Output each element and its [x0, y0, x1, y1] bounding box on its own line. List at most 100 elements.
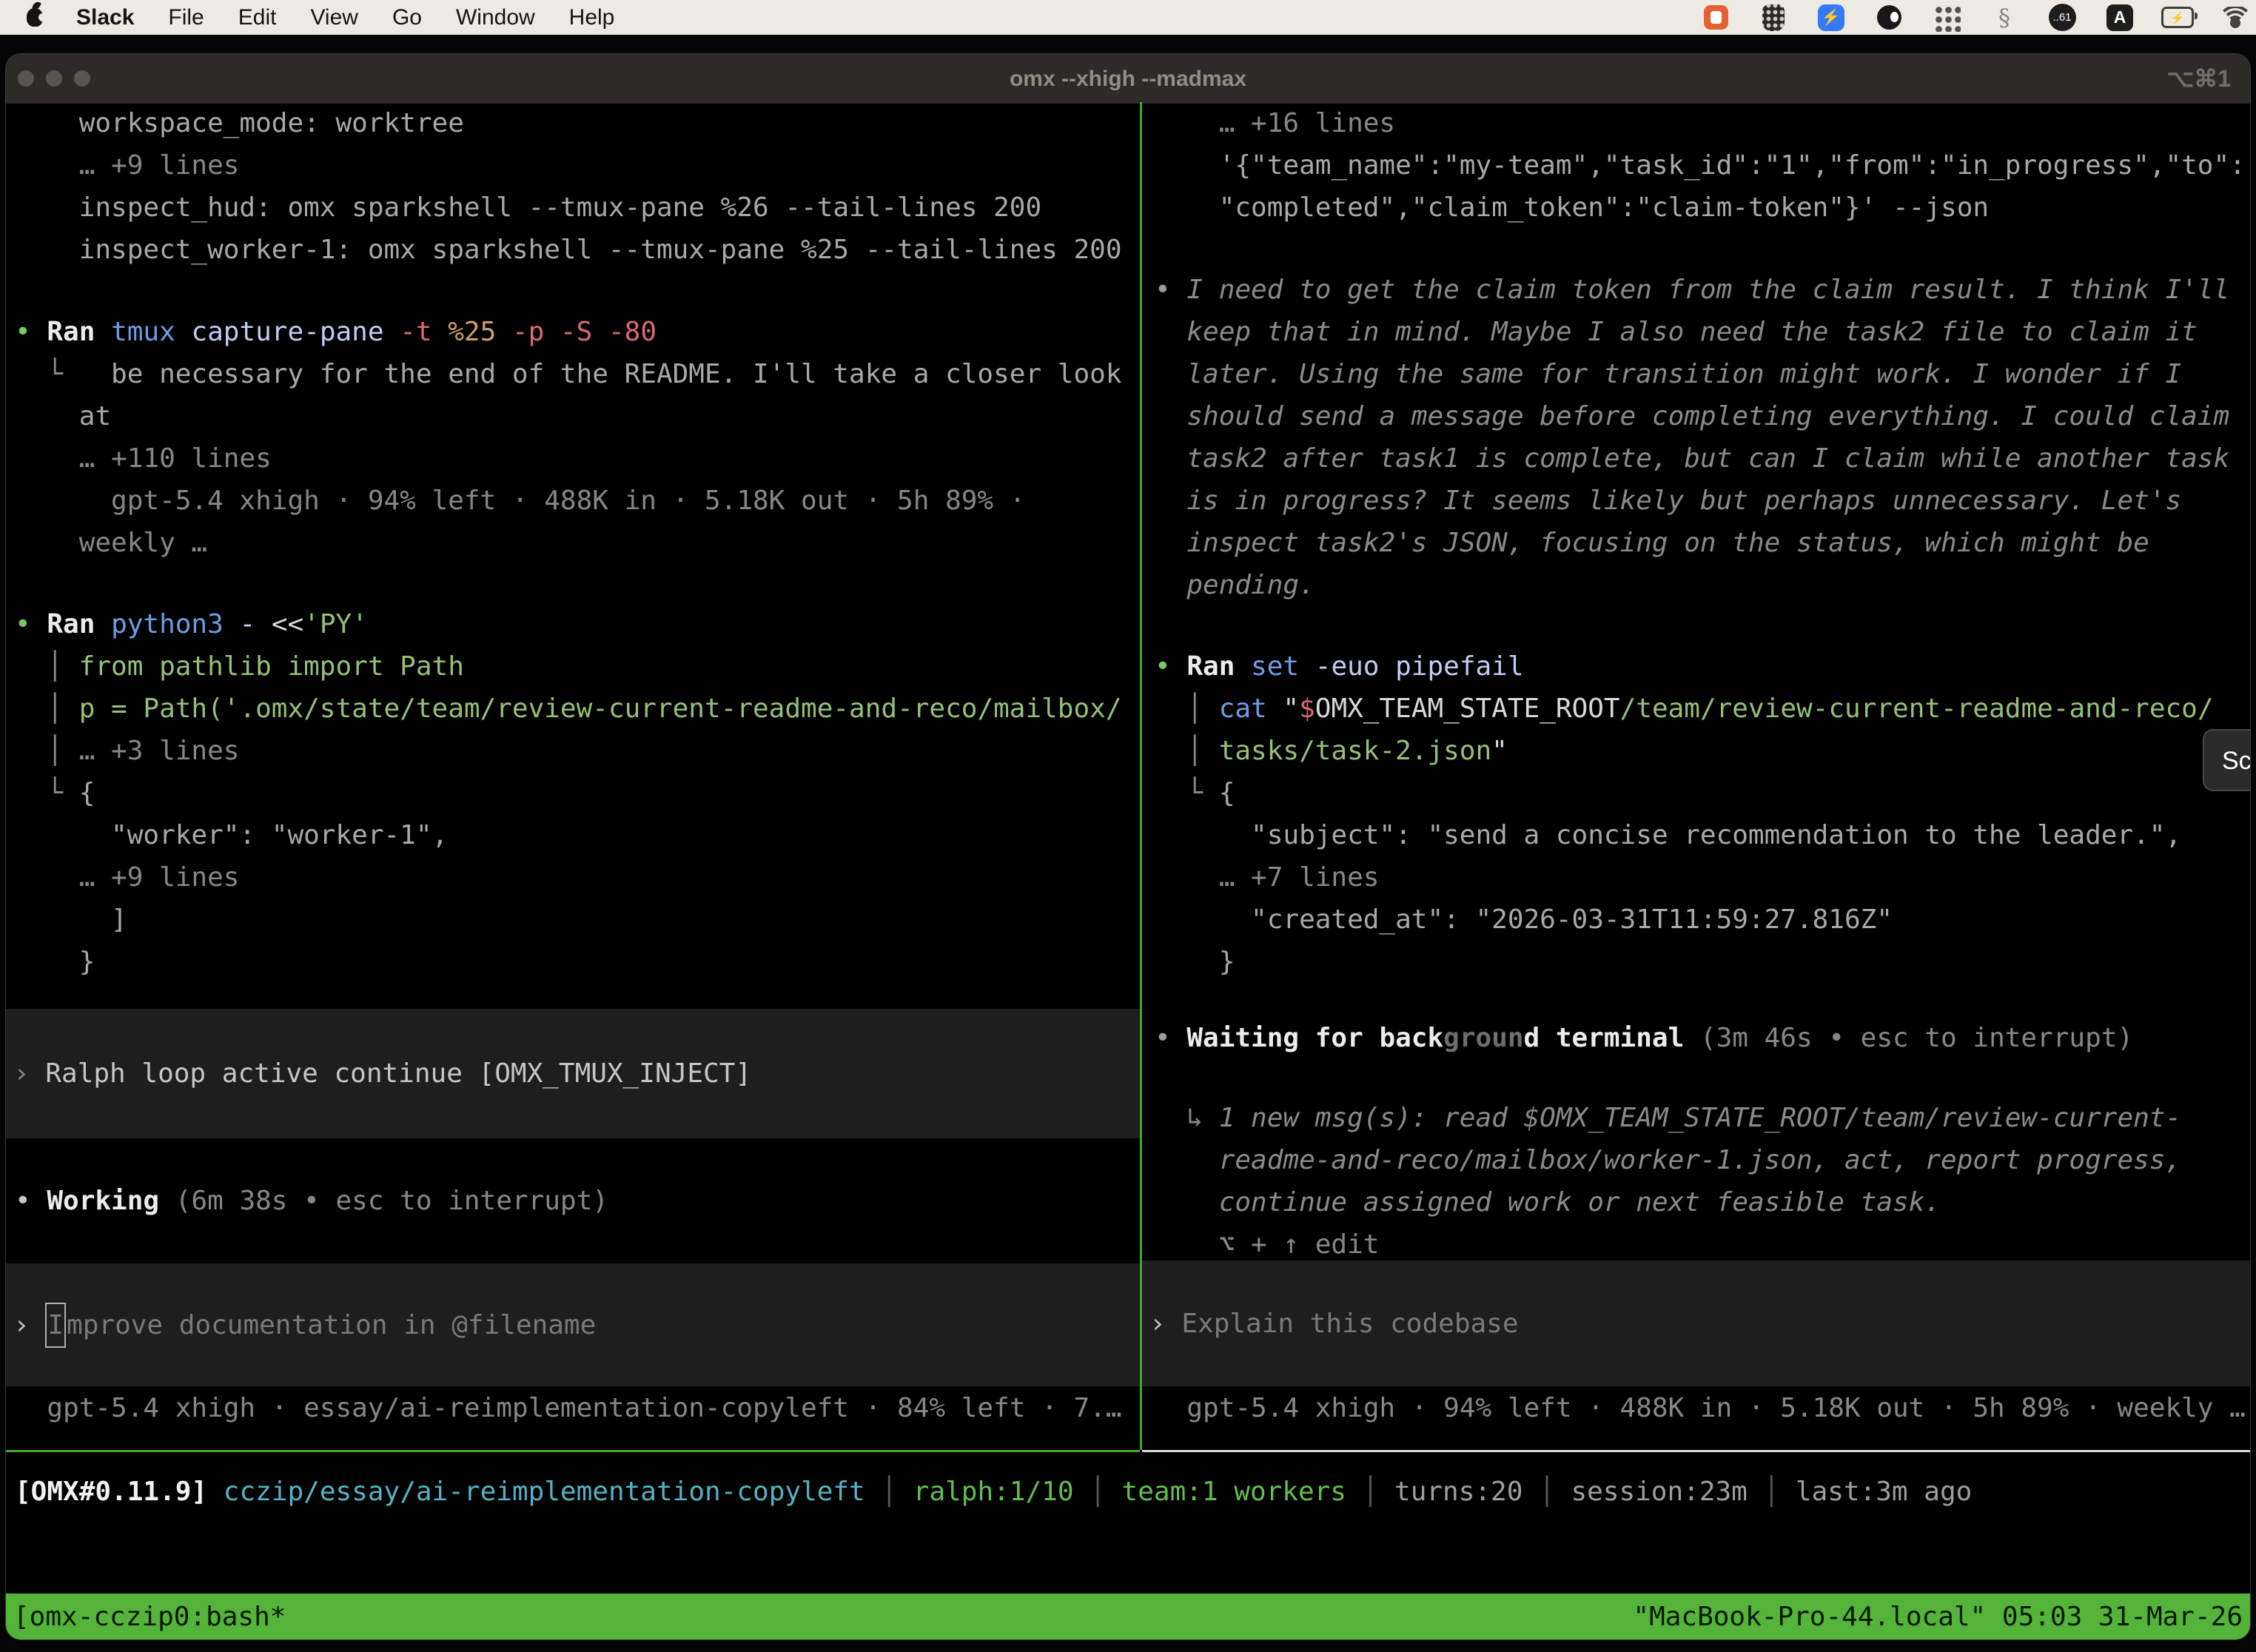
text-segment: ]: [15, 904, 127, 935]
text-segment: ⌥ + ↑ edit: [1155, 1229, 1379, 1260]
text-segment: tasks/task-2.json: [1219, 736, 1491, 766]
terminal-line: • Ran python3 - <<'PY': [15, 603, 1122, 645]
moon-icon[interactable]: [1873, 1, 1905, 34]
menu-item-window[interactable]: Window: [439, 5, 552, 30]
menu-item-file[interactable]: File: [151, 5, 221, 30]
window-shortcut-badge: ⌥⌘1: [2166, 54, 2231, 104]
terminal-line: … +9 lines: [15, 856, 1122, 899]
terminal-line: … +16 lines: [1155, 102, 2246, 144]
text-segment: ": [1491, 736, 1508, 766]
text-segment: keep that in mind. Maybe I also need the…: [1186, 317, 2197, 347]
text-segment: team:1 workers: [1122, 1477, 1346, 1507]
text-segment: at: [15, 401, 111, 432]
left-prompt-input[interactable]: › Improve documentation in @filename: [6, 1263, 1140, 1386]
terminal-line: task2 after task1 is complete, but can I…: [1155, 437, 2229, 480]
apple-menu-icon[interactable]: [27, 8, 43, 27]
prompt-placeholder: mprove documentation in @filename: [67, 1310, 596, 1340]
window-title-bar[interactable]: omx --xhigh --madmax ⌥⌘1: [6, 54, 2250, 104]
terminal-line: └ {: [15, 772, 1122, 814]
terminal-line: │ cat "$OMX_TEAM_STATE_ROOT/team/review-…: [1155, 688, 2214, 730]
text-segment: gpt-5.4 xhigh · essay/ai-reimplementatio…: [15, 1393, 1122, 1423]
terminal-line: workspace_mode: worktree: [15, 102, 1122, 144]
text-segment: I need to get the claim token from the c…: [1186, 275, 2229, 305]
text-segment: [1155, 401, 1186, 432]
right-prompt-content: › Explain this codebase: [1142, 1303, 1519, 1345]
left-prompt-content: › Improve documentation in @filename: [6, 1303, 596, 1348]
text-segment: [1155, 486, 1186, 516]
prompt-arrow: ›: [1149, 1309, 1181, 1339]
chat-app-icon[interactable]: [1699, 1, 1732, 34]
inject-banner-text: › Ralph loop active continue [OMX_TMUX_I…: [6, 1052, 751, 1095]
shield-bolt-icon[interactable]: ⚡: [1815, 1, 1847, 34]
text-segment: Ralph loop active continue [OMX_TMUX_INJ…: [45, 1058, 751, 1089]
tmux-session-label: [omx-cczip0:bash*: [13, 1602, 286, 1632]
terminal-line: continue assigned work or next feasible …: [1155, 1181, 2181, 1223]
text-segment: … +16 lines: [1155, 108, 1395, 138]
text-segment: OMX_TEAM_STATE_ROOT: [1315, 694, 1620, 724]
terminal-line: • Ran set -euo pipefail: [1155, 645, 2214, 688]
text-segment: Ran: [1186, 651, 1251, 682]
battery-icon[interactable]: ⚡: [2161, 1, 2194, 34]
text-segment: inspect_worker-1: omx sparkshell --tmux-…: [15, 235, 1122, 265]
menu-item-help[interactable]: Help: [552, 5, 632, 30]
squiggle-icon[interactable]: §: [1988, 1, 2021, 34]
badge-61-icon[interactable]: ..61: [2046, 1, 2078, 34]
right-prompt-input[interactable]: › Explain this codebase: [1142, 1260, 2250, 1386]
screen-tooltip: Scre: [2203, 729, 2250, 791]
left-pane-ran-python-block: • Ran python3 - <<'PY' │ from pathlib im…: [15, 603, 1122, 983]
left-pane-config-output: workspace_mode: worktree … +9 lines insp…: [15, 102, 1122, 271]
text-segment: "subject": "send a concise recommendatio…: [1155, 820, 2181, 850]
working-status-line: • Working (6m 38s • esc to interrupt): [15, 1180, 608, 1222]
text-segment: ›: [13, 1058, 45, 1089]
text-segment: [OMX#0.11.9]: [15, 1477, 207, 1507]
text-segment: •: [15, 1186, 47, 1216]
menu-item-edit[interactable]: Edit: [221, 5, 294, 30]
terminal-line: }: [1155, 941, 2214, 983]
input-source-icon[interactable]: A: [2104, 1, 2136, 34]
terminal-line: … +9 lines: [15, 144, 1122, 187]
text-segment: │: [1346, 1477, 1394, 1507]
text-segment: │: [15, 736, 79, 766]
right-pane-thinking-block: • I need to get the claim token from the…: [1155, 269, 2229, 606]
terminal-line: "subject": "send a concise recommendatio…: [1155, 814, 2214, 856]
terminal-line: should send a message before completing …: [1155, 395, 2229, 437]
dots-grid-icon[interactable]: [1930, 1, 1963, 34]
text-segment: ": [1283, 694, 1299, 724]
terminal-line: "completed","claim_token":"claim-token"}…: [1155, 187, 2246, 229]
text-segment: … +9 lines: [15, 150, 239, 181]
text-segment: "created_at": "2026-03-31T11:59:27.816Z": [1155, 904, 1893, 935]
text-segment: [1155, 1187, 1219, 1218]
right-pane-json-output: … +16 lines '{"team_name":"my-team","tas…: [1155, 102, 2246, 229]
menu-app-name[interactable]: Slack: [59, 5, 151, 30]
terminal-line: at: [15, 395, 1122, 437]
text-segment: workspace_mode: worktree: [15, 108, 464, 138]
terminal-line: … +7 lines: [1155, 856, 2214, 899]
terminal-line: └ {: [1155, 772, 2214, 814]
terminal-line: │ … +3 lines: [15, 730, 1122, 772]
text-segment: … +7 lines: [1155, 862, 1379, 893]
menu-item-view[interactable]: View: [293, 5, 375, 30]
text-segment: └: [15, 359, 111, 389]
wifi-icon[interactable]: [2219, 1, 2252, 34]
text-segment: be necessary for the end of the README. …: [111, 359, 1121, 389]
terminal-line: • Working (6m 38s • esc to interrupt): [15, 1180, 608, 1222]
text-segment: Waiting for back: [1186, 1023, 1443, 1053]
text-segment: gpt-5.4 xhigh · 94% left · 488K in · 5.1…: [15, 486, 1025, 516]
pane-border-bottom-left: [6, 1450, 1140, 1452]
text-segment: │: [1155, 736, 1219, 766]
pane-divider[interactable]: [1140, 102, 1142, 1450]
text-segment: │: [1523, 1477, 1571, 1507]
terminal-line: └ be necessary for the end of the README…: [15, 353, 1122, 395]
terminal-line: │ tasks/task-2.json": [1155, 730, 2214, 772]
terminal-line: … +110 lines: [15, 437, 1122, 480]
keypad-icon[interactable]: [1757, 1, 1790, 34]
text-segment: last:3m ago: [1796, 1477, 1972, 1507]
text-segment: capture-pane: [191, 317, 400, 347]
text-segment: └: [15, 778, 79, 808]
text-segment: (6m 38s • esc to interrupt): [175, 1186, 608, 1216]
text-segment: tmux: [111, 317, 191, 347]
text-segment: later. Using the same for transition mig…: [1186, 359, 2181, 389]
text-segment: •: [15, 609, 47, 639]
text-segment: inspect task2's JSON, focusing on the st…: [1186, 528, 2149, 558]
menu-item-go[interactable]: Go: [375, 5, 439, 30]
